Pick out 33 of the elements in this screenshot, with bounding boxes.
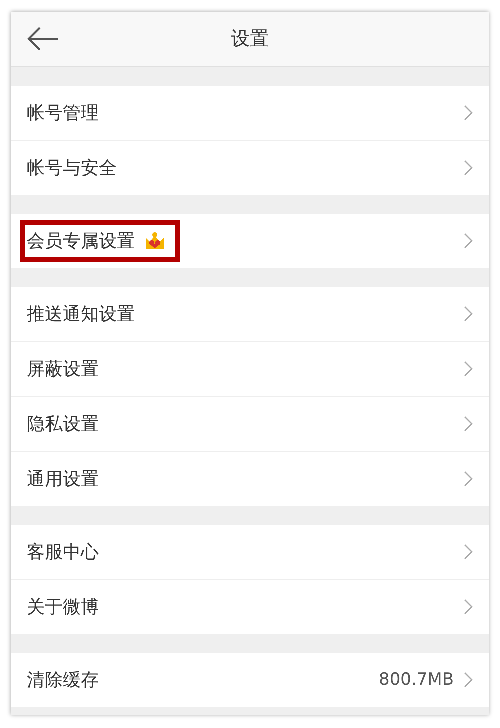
chevron-icon [464,105,473,121]
back-icon[interactable] [27,26,59,52]
row-label: 关于微博 [27,596,99,619]
row-label: 隐私设置 [27,413,99,436]
chevron-icon [464,544,473,560]
settings-row[interactable]: 清除缓存 800.7MB [11,653,489,707]
settings-row[interactable]: 会员专属设置 [11,214,489,268]
settings-row[interactable]: 屏蔽设置 [11,342,489,397]
settings-row[interactable]: 帐号与安全 [11,141,489,195]
chevron-icon [464,471,473,487]
row-label: 屏蔽设置 [27,358,99,381]
page-title: 设置 [231,27,269,52]
row-label: 客服中心 [27,541,99,564]
row-label: 帐号管理 [27,102,99,125]
chevron-icon [464,306,473,322]
row-label: 帐号与安全 [27,157,117,180]
settings-row[interactable]: 客服中心 [11,525,489,580]
chevron-icon [464,361,473,377]
settings-row[interactable]: 隐私设置 [11,397,489,452]
chevron-icon [464,233,473,249]
chevron-icon [464,672,473,688]
row-label: 清除缓存 [27,669,99,692]
chevron-icon [464,599,473,615]
cache-size: 800.7MB [379,670,454,690]
row-label: 推送通知设置 [27,303,135,326]
chevron-icon [464,160,473,176]
settings-row[interactable]: 帐号管理 [11,86,489,141]
settings-row[interactable]: 推送通知设置 [11,287,489,342]
settings-row[interactable]: 通用设置 [11,452,489,506]
row-label: 会员专属设置 [27,230,135,253]
settings-row[interactable]: 关于微博 [11,580,489,634]
row-label: 通用设置 [27,468,99,491]
chevron-icon [464,416,473,432]
